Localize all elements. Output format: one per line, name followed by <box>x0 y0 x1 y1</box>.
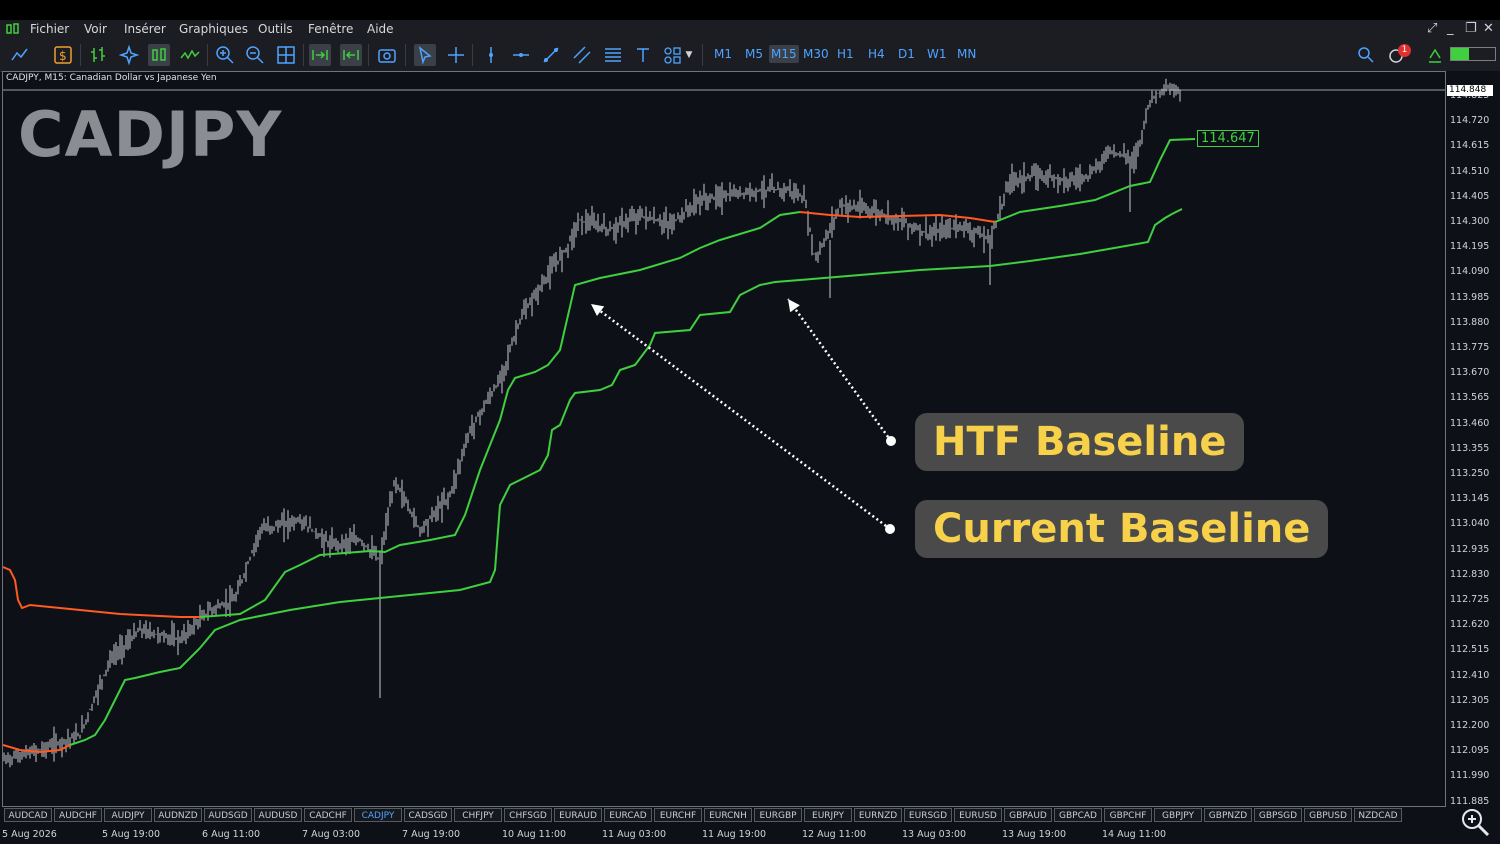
time-tick: 14 Aug 11:00 <box>1102 829 1167 840</box>
symbol-tab-eurjpy[interactable]: EURJPY <box>804 808 852 822</box>
symbol-tab-eurcnh[interactable]: EURCNH <box>704 808 752 822</box>
time-tick: 13 Aug 19:00 <box>1002 829 1067 840</box>
symbol-tab-eursgd[interactable]: EURSGD <box>904 808 952 822</box>
zoom-magnifier-icon[interactable] <box>1458 805 1492 839</box>
time-tick: 10 Aug 11:00 <box>502 829 567 840</box>
time-tick: 12 Aug 11:00 <box>802 829 867 840</box>
price-tick: 113.250 <box>1450 468 1490 479</box>
symbol-tab-nzdcad[interactable]: NZDCAD <box>1354 808 1402 822</box>
htf-arrow-line <box>786 298 893 442</box>
price-tick: 113.565 <box>1450 392 1490 404</box>
price-tick: 112.620 <box>1450 619 1490 631</box>
symbol-tab-audsgd[interactable]: AUDSGD <box>204 808 252 822</box>
time-tick: 13 Aug 03:00 <box>902 829 967 840</box>
symbol-tab-gbpsgd[interactable]: GBPSGD <box>1254 808 1302 822</box>
price-tick: 113.985 <box>1450 291 1490 303</box>
current-arrow-line <box>590 303 891 530</box>
chart-info-label: CADJPY, M15: Canadian Dollar vs Japanese… <box>6 73 217 83</box>
time-tick: 7 Aug 03:00 <box>302 829 361 840</box>
symbol-tab-gbpcad[interactable]: GBPCAD <box>1054 808 1102 822</box>
price-tick: 114.615 <box>1450 140 1490 152</box>
time-tick: 11 Aug 03:00 <box>602 829 667 840</box>
time-tick: 5 Aug 2026 <box>2 829 57 840</box>
price-tick: 113.145 <box>1450 493 1490 505</box>
symbol-tab-eurgbp[interactable]: EURGBP <box>754 808 802 822</box>
htf-baseline-label: HTF Baseline <box>915 413 1245 471</box>
htf-arrow-dot <box>886 436 896 446</box>
price-axis[interactable]: 114.825114.720114.615114.510114.405114.3… <box>1446 71 1500 807</box>
price-tick: 112.200 <box>1450 720 1490 731</box>
price-tick: 113.880 <box>1450 316 1490 328</box>
symbol-tab-cadjpy[interactable]: CADJPY <box>354 808 402 822</box>
symbol-tab-audjpy[interactable]: AUDJPY <box>104 808 152 822</box>
symbol-tab-audcad[interactable]: AUDCAD <box>4 808 52 822</box>
price-tick: 112.935 <box>1450 543 1490 555</box>
symbol-tab-eurusd[interactable]: EURUSD <box>954 808 1002 822</box>
symbol-tab-chfjpy[interactable]: CHFJPY <box>454 808 502 822</box>
price-tick: 114.195 <box>1450 241 1490 253</box>
price-tick: 112.410 <box>1450 669 1490 681</box>
price-tick: 114.510 <box>1450 165 1490 177</box>
htf-arrow-head <box>788 299 800 313</box>
symbol-watermark: CADJPY <box>18 98 283 171</box>
symbol-tab-audnzd[interactable]: AUDNZD <box>154 808 202 822</box>
symbol-tab-gbpchf[interactable]: GBPCHF <box>1104 808 1152 822</box>
price-tick: 113.670 <box>1450 367 1490 379</box>
price-tick: 114.300 <box>1450 216 1490 227</box>
htf-baseline-line <box>69 208 1183 746</box>
price-tick: 114.405 <box>1450 190 1490 202</box>
symbol-tab-gbpusd[interactable]: GBPUSD <box>1304 808 1352 822</box>
current-baseline-label: Current Baseline <box>915 500 1329 558</box>
symbol-tab-audusd[interactable]: AUDUSD <box>254 808 302 822</box>
time-tick: 6 Aug 11:00 <box>202 829 261 840</box>
symbol-tab-cadsgd[interactable]: CADSGD <box>404 808 452 822</box>
current-baseline-bull-segment <box>994 138 1196 223</box>
symbol-tab-eurnzd[interactable]: EURNZD <box>854 808 902 822</box>
symbol-tab-gbpnzd[interactable]: GBPNZD <box>1204 808 1252 822</box>
symbol-tab-audchf[interactable]: AUDCHF <box>54 808 102 822</box>
price-tick: 113.355 <box>1450 442 1490 454</box>
price-tick: 113.775 <box>1450 342 1490 353</box>
symbol-tab-eurcad[interactable]: EURCAD <box>604 808 652 822</box>
price-tick: 112.515 <box>1450 644 1490 656</box>
price-tick: 112.305 <box>1450 694 1490 706</box>
price-tick: 114.720 <box>1450 115 1490 127</box>
symbol-tab-gbpaud[interactable]: GBPAUD <box>1004 808 1052 822</box>
time-axis: 5 Aug 2026 5 Aug 19:00 6 Aug 11:00 7 Aug 03… <box>0 826 1446 844</box>
price-tick: 112.725 <box>1450 594 1490 605</box>
symbol-tab-euraud[interactable]: EURAUD <box>554 808 602 822</box>
symbol-tab-chfsgd[interactable]: CHFSGD <box>504 808 552 822</box>
time-tick: 11 Aug 19:00 <box>702 829 767 840</box>
current-baseline-bull-segment <box>199 211 801 618</box>
symbol-tab-cadchf[interactable]: CADCHF <box>304 808 352 822</box>
baseline-value-label: 114.647 <box>1197 130 1259 147</box>
price-tick: 112.095 <box>1450 745 1490 757</box>
symbol-tab-gbpjpy[interactable]: GBPJPY <box>1154 808 1202 822</box>
price-tick: 113.040 <box>1450 518 1490 530</box>
time-tick: 5 Aug 19:00 <box>102 829 161 840</box>
current-price-label: 114.848 <box>1447 85 1493 96</box>
current-arrow-dot <box>885 524 895 534</box>
symbol-tab-eurchf[interactable]: EURCHF <box>654 808 702 822</box>
time-tick: 7 Aug 19:00 <box>402 829 461 840</box>
current-baseline-bear-segment <box>3 566 200 618</box>
price-tick: 114.090 <box>1450 266 1490 278</box>
current-arrow-head <box>591 304 605 317</box>
price-tick: 111.990 <box>1450 770 1490 782</box>
price-tick: 112.830 <box>1450 568 1490 580</box>
price-tick: 113.460 <box>1450 417 1490 429</box>
